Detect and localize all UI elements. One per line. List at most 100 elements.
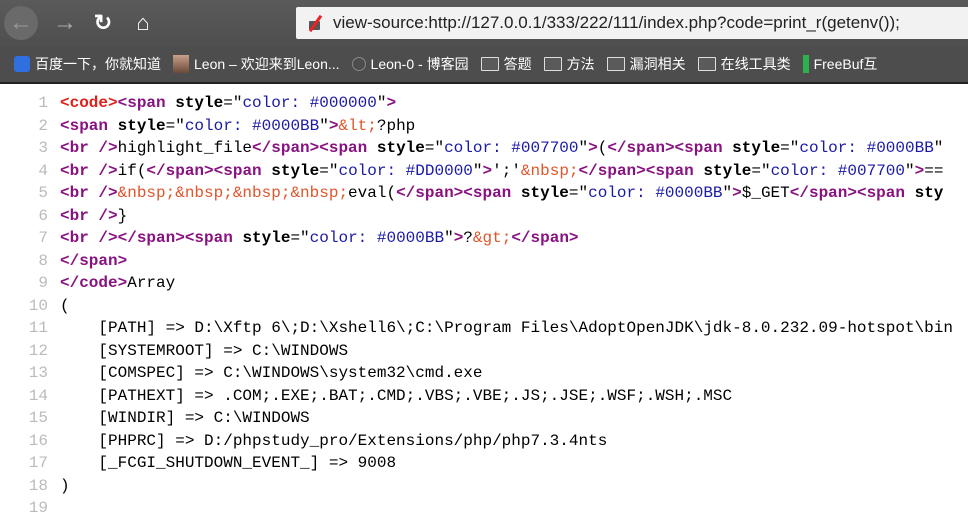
source-token-txt: [PATHEXT] => .COM;.EXE;.BAT;.CMD;.VBS;.V… xyxy=(60,386,733,405)
line-number: 1 xyxy=(38,94,48,112)
line-number: 4 xyxy=(38,161,48,180)
source-token-txt: ( xyxy=(597,139,608,157)
source-token-pl: =" xyxy=(319,161,339,180)
source-token-val: color: #0000BB xyxy=(799,139,934,157)
url-text[interactable]: view-source:http://127.0.0.1/333/222/111… xyxy=(333,13,900,33)
source-token-pl: " xyxy=(905,161,915,180)
source-line: 16 [PHPRC] => D:/phpstudy_pro/Extensions… xyxy=(0,430,968,453)
source-token-txt: ?php xyxy=(376,116,416,135)
source-token-pl: =" xyxy=(424,139,445,157)
source-token-tag: > xyxy=(732,184,742,202)
source-token-txt: [SYSTEMROOT] => C:\WINDOWS xyxy=(60,341,349,360)
source-token-tag: </span> xyxy=(60,251,128,270)
line-number: 10 xyxy=(28,296,48,315)
bookmark-label: 在线工具类 xyxy=(720,56,791,72)
source-token-txt: ) xyxy=(60,476,70,495)
line-number: 9 xyxy=(38,274,48,292)
folder-icon xyxy=(606,57,625,71)
reload-button[interactable]: ↻ xyxy=(86,6,120,40)
source-line: 15 [WINDIR] => C:\WINDOWS xyxy=(0,407,968,430)
source-line: 18) xyxy=(0,475,968,498)
source-token-txt: [_FCGI_SHUTDOWN_EVENT_] => 9008 xyxy=(60,454,397,472)
bookmark-item[interactable]: 方法 xyxy=(543,54,595,74)
source-token-txt: ';' xyxy=(492,161,521,180)
source-token-pl: =" xyxy=(780,139,800,157)
bookmark-label: FreeBuf互 xyxy=(813,56,878,72)
source-line: 4 <br />if(</span><span style="color: #DD… xyxy=(0,160,968,183)
bookmarks-bar: 百度一下，你就知道 Leon – 欢迎来到Leon... Leon-0 - 博客园 答… xyxy=(0,46,968,84)
source-token-attr: style xyxy=(117,116,166,135)
source-token-tag: </span><span xyxy=(117,229,243,247)
line-number: 5 xyxy=(38,184,48,202)
source-token-pl: " xyxy=(472,161,483,180)
source-token-tag: <br /> xyxy=(60,139,118,157)
folder-icon xyxy=(543,57,562,71)
source-token-val: color: #0000BB xyxy=(588,184,723,202)
arrow-left-icon: ← xyxy=(9,9,33,36)
source-line: 9 </code>Array xyxy=(0,272,968,295)
source-token-val: color: #007700 xyxy=(770,161,905,180)
source-token-ent: &gt; xyxy=(472,229,512,247)
line-number: 3 xyxy=(38,139,48,157)
line-number: 17 xyxy=(28,454,48,472)
source-token-pl: " xyxy=(444,229,454,247)
source-token-tag: <br /> xyxy=(60,184,118,202)
source-token-tag: > xyxy=(914,161,925,180)
line-number: 14 xyxy=(28,386,48,405)
source-token-pl: =" xyxy=(223,94,243,112)
source-token-txt: [WINDIR] => C:\WINDOWS xyxy=(60,409,310,427)
source-token-txt: if( xyxy=(117,161,147,180)
source-token-ent: &lt; xyxy=(338,116,377,135)
source-token-attr: style xyxy=(703,161,752,180)
source-token-val: color: #DD0000 xyxy=(338,161,473,180)
bookmark-item[interactable]: 百度一下，你就知道 xyxy=(14,54,161,74)
source-token-attr: style xyxy=(242,229,291,247)
home-button[interactable]: ⌂ xyxy=(126,6,160,40)
source-token-attr: style xyxy=(732,139,781,157)
freebuf-icon xyxy=(802,55,809,73)
source-token-ent: &nbsp;&nbsp;&nbsp;&nbsp; xyxy=(117,184,349,202)
bookmark-item[interactable]: 答题 xyxy=(480,54,532,74)
source-token-pl: " xyxy=(578,139,589,157)
source-line: 11 [PATH] => D:\Xftp 6\;D:\Xshell6\;C:\P… xyxy=(0,317,968,340)
insecure-lock-icon[interactable] xyxy=(306,14,324,33)
source-line: 13 [COMSPEC] => C:\WINDOWS\system32\cmd.… xyxy=(0,362,968,385)
bookmark-item[interactable]: Leon-0 - 博客园 xyxy=(351,54,469,74)
line-number: 19 xyxy=(28,499,48,517)
source-line: 1 <code><span style="color: #000000"> xyxy=(0,92,968,115)
source-line: 10 ( xyxy=(0,295,968,318)
source-token-txt: highlight_file xyxy=(117,139,253,157)
source-token-txt: [COMSPEC] => C:\WINDOWS\system32\cmd.exe xyxy=(60,364,483,382)
source-token-txt: ( xyxy=(60,296,70,315)
source-token-pl: =" xyxy=(165,116,185,135)
source-line: 19 xyxy=(0,497,968,520)
address-bar[interactable]: view-source:http://127.0.0.1/333/222/111… xyxy=(296,7,968,39)
source-token-tag: <span xyxy=(60,116,118,135)
source-token-tag: </span><span xyxy=(146,161,272,180)
source-token-val: color: #0000BB xyxy=(309,229,445,247)
back-button[interactable]: ← xyxy=(4,6,38,40)
source-token-tag: > xyxy=(386,94,397,112)
source-token-txt: } xyxy=(117,206,128,225)
line-number: 11 xyxy=(28,319,48,337)
bookmark-label: 漏洞相关 xyxy=(629,56,686,72)
bookmark-label: 方法 xyxy=(566,56,595,72)
forward-button[interactable]: → xyxy=(48,6,82,40)
source-token-pl: =" xyxy=(751,161,771,180)
source-token-val: color: #000000 xyxy=(242,94,377,112)
source-token-attr: style xyxy=(271,161,320,180)
bookmark-item[interactable]: FreeBuf互 xyxy=(802,54,878,74)
source-token-attr: sty xyxy=(914,184,944,202)
source-line: 3 <br />highlight_file</span><span style=… xyxy=(0,137,968,160)
source-token-tag: </span><span xyxy=(789,184,915,202)
bookmark-item[interactable]: 在线工具类 xyxy=(697,54,791,74)
bookmark-item[interactable]: 漏洞相关 xyxy=(606,54,686,74)
source-token-attr: style xyxy=(520,184,569,202)
source-line: 8 </span> xyxy=(0,250,968,273)
bookmark-label: Leon – 欢迎来到Leon... xyxy=(194,56,340,72)
source-token-pl: " xyxy=(319,116,329,135)
source-line: 17 [_FCGI_SHUTDOWN_EVENT_] => 9008 xyxy=(0,452,968,475)
bookmark-item[interactable]: Leon – 欢迎来到Leon... xyxy=(173,54,340,74)
source-token-tag: </span><span xyxy=(607,139,733,157)
line-number: 2 xyxy=(38,116,48,135)
